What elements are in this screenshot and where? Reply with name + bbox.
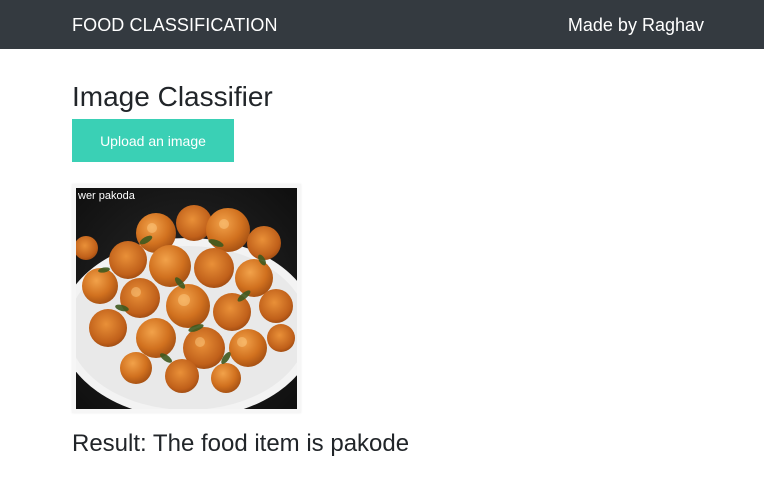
brand-title[interactable]: FOOD CLASSIFICATION <box>72 14 278 36</box>
navbar: FOOD CLASSIFICATION Made by Raghav <box>0 0 764 49</box>
food-image-preview: wer pakoda <box>76 188 297 409</box>
page-title: Image Classifier <box>72 81 273 112</box>
author-credit: Made by Raghav <box>567 15 704 35</box>
preview-caption: wer pakoda <box>77 190 136 202</box>
upload-image-button[interactable]: Upload an image <box>72 119 234 162</box>
result-text: Result: The food item is pakode <box>72 430 410 457</box>
image-preview-frame: wer pakoda <box>72 184 301 413</box>
